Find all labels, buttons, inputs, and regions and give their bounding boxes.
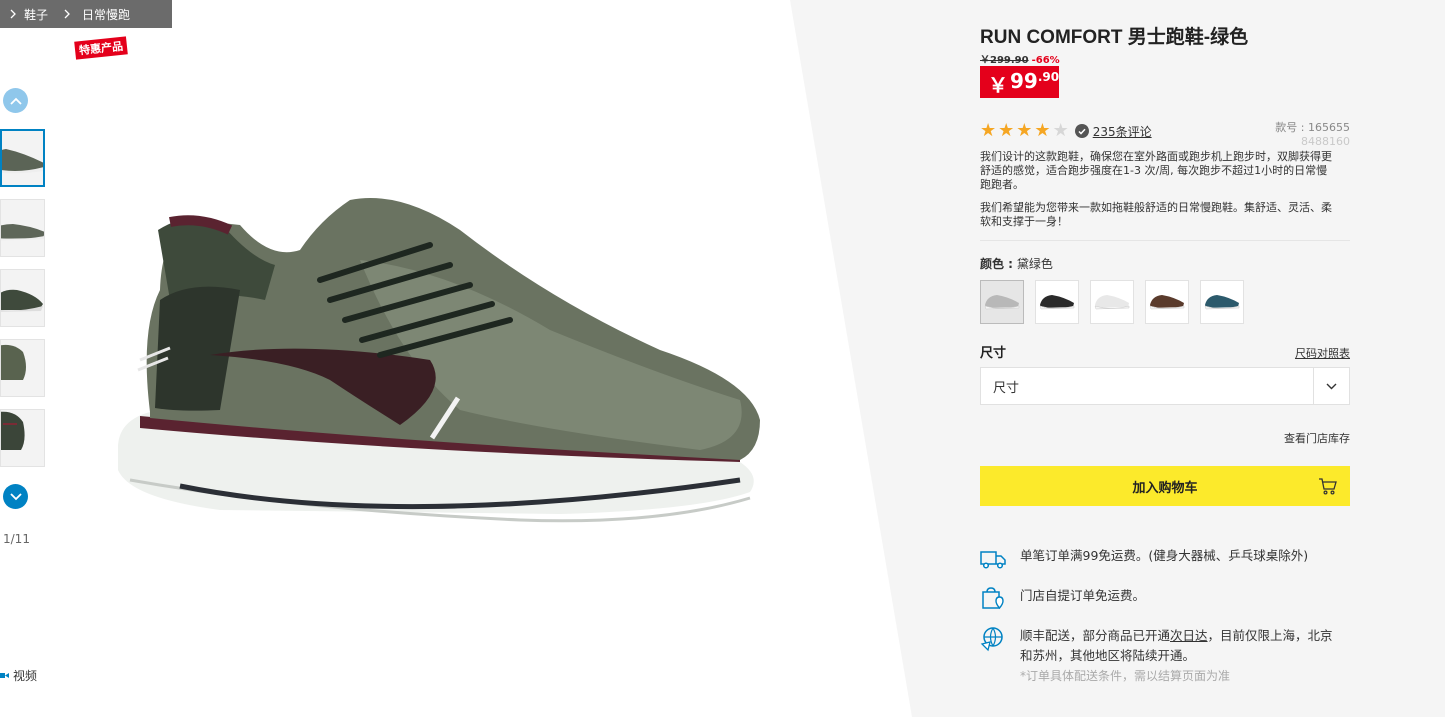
divider	[980, 240, 1350, 241]
verified-check-icon	[1074, 124, 1089, 138]
size-guide-link[interactable]: 尺码对照表	[1295, 345, 1350, 361]
chevron-right-icon	[8, 9, 18, 19]
video-label: 视频	[13, 669, 38, 683]
color-swatch[interactable]	[1035, 280, 1079, 324]
breadcrumb-item-jogging[interactable]: 日常慢跑	[82, 6, 130, 23]
delivery-truck-icon	[980, 551, 1006, 569]
color-label: 颜色 : 黛绿色	[980, 255, 1053, 272]
store-stock-link[interactable]: 查看门店库存	[1284, 430, 1350, 446]
chevron-up-icon	[9, 97, 22, 105]
store-pickup-icon	[982, 587, 1004, 610]
sku: 款号 : 165655 8488160	[1275, 121, 1350, 149]
chevron-right-icon	[62, 9, 72, 19]
price-decimal: .90	[1037, 70, 1060, 84]
perk-text: 顺丰配送，部分商品已开通次日达，目前仅限上海，北京和苏州，其他地区将陆续开通。 …	[1020, 626, 1345, 686]
star-empty-icon: ★	[1052, 120, 1069, 141]
rating: ★ ★ ★ ★ ★ 235条评论	[980, 122, 1152, 140]
add-to-cart-label: 加入购物车	[1132, 480, 1198, 496]
color-label-key: 颜色 :	[980, 257, 1013, 271]
gallery-thumbnail[interactable]	[0, 129, 45, 187]
color-value: 黛绿色	[1016, 257, 1053, 271]
color-swatches	[980, 280, 1244, 324]
color-swatch[interactable]	[1200, 280, 1244, 324]
color-swatch[interactable]	[1090, 280, 1134, 324]
price-integer: 99	[1010, 69, 1038, 93]
description-paragraph: 我们设计的这款跑鞋，确保您在室外路面或跑步机上跑步时，双脚获得更舒适的感觉，适合…	[980, 150, 1332, 191]
video-camera-icon	[0, 673, 9, 678]
star-filled-icon: ★	[1016, 120, 1033, 141]
perk-store-pickup: 门店自提订单免运费。	[980, 586, 1345, 612]
video-button[interactable]: 视频	[0, 667, 37, 684]
perk-express: 顺丰配送，部分商品已开通次日达，目前仅限上海，北京和苏州，其他地区将陆续开通。 …	[980, 626, 1345, 686]
add-to-cart-button[interactable]: 加入购物车	[980, 466, 1350, 506]
perk-text: 单笔订单满99免运费。(健身大器械、乒乓球桌除外)	[1020, 548, 1309, 563]
gallery-thumbnail[interactable]	[0, 269, 45, 327]
shoe-thumbnail-icon	[1149, 295, 1185, 310]
original-price: ￥299.90	[980, 55, 1029, 66]
description-paragraph: 我们希望能为您带来一款如拖鞋般舒适的日常慢跑鞋。集舒适、灵活、柔软和支撑于一身！	[980, 201, 1332, 228]
discount-percent: -66%	[1031, 55, 1060, 66]
old-price: ￥299.90 -66%	[980, 51, 1060, 66]
express-text-pre: 顺丰配送，部分商品已开通	[1020, 628, 1171, 643]
perk-text: 门店自提订单免运费。	[1020, 588, 1146, 603]
star-filled-icon: ★	[980, 120, 997, 141]
color-swatch[interactable]	[1145, 280, 1189, 324]
gallery-up-button[interactable]	[3, 88, 28, 113]
color-swatch[interactable]	[980, 280, 1024, 324]
size-select-value: 尺寸	[993, 380, 1020, 396]
sku-sub: 8488160	[1301, 135, 1350, 148]
next-day-link[interactable]: 次日达	[1170, 628, 1208, 643]
sku-number: 款号 : 165655	[1275, 121, 1350, 134]
currency-symbol: ￥	[988, 73, 1008, 97]
shoe-thumbnail-icon	[1204, 295, 1240, 310]
gallery-thumbnail[interactable]	[0, 339, 45, 397]
product-page: 鞋子 日常慢跑 特惠产品 1/11 视频 RUN COMFORT 男士跑鞋-绿色…	[0, 0, 1445, 717]
breadcrumb: 鞋子 日常慢跑	[0, 0, 172, 28]
gallery-counter: 1/11	[3, 532, 30, 546]
size-select[interactable]: 尺寸	[980, 367, 1350, 405]
express-note: *订单具体配送条件，需以结算页面为准	[1020, 669, 1231, 683]
express-globe-icon	[980, 627, 1003, 652]
product-title: RUN COMFORT 男士跑鞋-绿色	[980, 27, 1249, 48]
perk-free-shipping: 单笔订单满99免运费。(健身大器械、乒乓球桌除外)	[980, 546, 1345, 572]
shoe-thumbnail-icon	[1039, 295, 1075, 310]
cart-icon	[1319, 478, 1337, 495]
gallery-down-button[interactable]	[3, 484, 28, 509]
gallery-thumbnail[interactable]	[0, 199, 45, 257]
gallery-thumbnail[interactable]	[0, 409, 45, 467]
product-main-image	[118, 198, 760, 523]
breadcrumb-item-shoes[interactable]: 鞋子	[24, 6, 48, 23]
reviews-link[interactable]: 235条评论	[1093, 123, 1152, 140]
chevron-down-icon	[9, 492, 22, 500]
chevron-down-icon	[1313, 368, 1349, 404]
size-label: 尺寸	[980, 346, 1007, 361]
star-filled-icon: ★	[1034, 120, 1051, 141]
shoe-thumbnail-icon	[984, 295, 1020, 310]
rating-stars: ★ ★ ★ ★ ★	[980, 122, 1071, 140]
promo-badge: 特惠产品	[74, 36, 128, 60]
current-price: ￥ 99 .90	[980, 66, 1059, 98]
star-filled-icon: ★	[998, 120, 1015, 141]
shoe-thumbnail-icon	[1094, 295, 1130, 310]
product-description: 我们设计的这款跑鞋，确保您在室外路面或跑步机上跑步时，双脚获得更舒适的感觉，适合…	[980, 150, 1335, 238]
